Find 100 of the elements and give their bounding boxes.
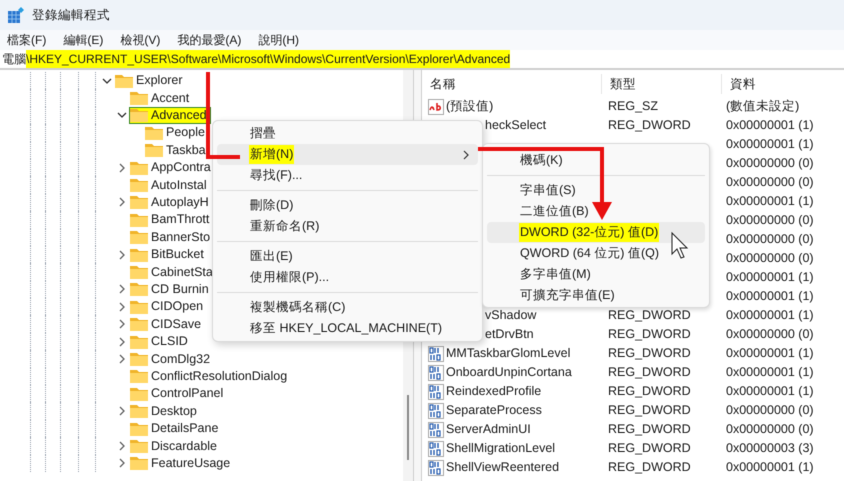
- table-cell: REG_DWORD: [608, 422, 691, 436]
- tree-item[interactable]: CabinetSta: [129, 263, 217, 280]
- menu-item[interactable]: 二進位值(B): [487, 201, 705, 222]
- tree-item[interactable]: Explorer: [114, 72, 187, 90]
- menu-item[interactable]: 新增(N): [217, 144, 478, 165]
- menu-item[interactable]: 字串值(S): [487, 180, 705, 201]
- menu-item[interactable]: 移至 HKEY_LOCAL_MACHINE(T): [217, 318, 478, 339]
- tree-item[interactable]: Desktop: [129, 402, 201, 420]
- chevron-down-icon[interactable]: [102, 76, 112, 86]
- table-cell: REG_DWORD: [608, 403, 691, 418]
- table-cell: 0x00000000 (0): [726, 422, 814, 436]
- chevron-right-icon: [462, 150, 470, 160]
- chevron-right-icon[interactable]: [117, 250, 127, 260]
- tree-item[interactable]: Accent: [129, 90, 194, 107]
- tree-item[interactable]: DetailsPane: [129, 420, 222, 437]
- tree-item[interactable]: ComDlg32: [129, 350, 214, 368]
- chevron-right-icon[interactable]: [117, 319, 127, 330]
- table-cell: REG_DWORD: [608, 365, 691, 380]
- folder-icon: [130, 456, 148, 470]
- table-cell-text: heckSelect: [485, 117, 546, 134]
- table-cell: 0x00000001 (1): [726, 365, 814, 380]
- tree-item[interactable]: BannerSto: [129, 228, 214, 246]
- tree-item[interactable]: Discardable: [129, 437, 222, 454]
- folder-icon: [145, 126, 163, 140]
- menu-item[interactable]: DWORD (32-位元) 值(D): [487, 222, 705, 243]
- table-cell: REG_DWORD: [608, 441, 691, 456]
- binary-value-icon: [428, 346, 444, 362]
- tree-item[interactable]: ControlPanel: [129, 385, 228, 402]
- table-cell-text: etDrvBtn: [485, 326, 534, 344]
- chevron-right-icon[interactable]: [117, 162, 127, 173]
- folder-icon: [130, 438, 148, 453]
- tree-item[interactable]: AppContra: [129, 159, 215, 176]
- address-prefix: 電腦: [2, 51, 26, 68]
- chevron-right-icon[interactable]: [117, 284, 127, 294]
- table-cell-text: (預設值): [446, 98, 494, 116]
- folder-icon: [130, 178, 148, 192]
- table-cell: 0x00000001 (1): [726, 460, 814, 474]
- table-cell: 0x00000001 (1): [726, 289, 814, 304]
- folder-icon: [130, 91, 148, 106]
- folder-icon: [130, 422, 148, 436]
- column-header[interactable]: 名稱: [422, 74, 602, 94]
- chevron-right-icon[interactable]: [117, 302, 127, 312]
- mouse-cursor-icon: [672, 232, 688, 259]
- menu-item[interactable]: 編輯(E): [63, 31, 104, 49]
- chevron-right-icon[interactable]: [117, 458, 127, 468]
- tree-item[interactable]: CD Burnin: [129, 280, 213, 298]
- menu-item[interactable]: QWORD (64 位元) 值(Q): [487, 243, 705, 264]
- tree-item[interactable]: Taskba: [144, 142, 210, 159]
- folder-icon: [130, 386, 148, 401]
- menu-item[interactable]: 複製機碼名稱(C): [217, 297, 478, 318]
- menu-item[interactable]: 機碼(K): [487, 150, 705, 171]
- binary-value-icon: [428, 422, 444, 438]
- chevron-right-icon[interactable]: [117, 440, 127, 451]
- folder-icon: [130, 264, 148, 279]
- menu-item[interactable]: 檢視(V): [120, 31, 160, 49]
- table-cell: 0x00000001 (1): [726, 308, 814, 322]
- tree-item[interactable]: FeatureUsage: [129, 454, 234, 472]
- chevron-down-icon[interactable]: [117, 110, 127, 120]
- tree-item[interactable]: BitBucket: [129, 246, 208, 264]
- table-cell-text: ServerAdminUI: [446, 421, 531, 438]
- column-header[interactable]: 資料: [722, 74, 844, 94]
- chevron-right-icon[interactable]: [117, 197, 127, 208]
- tree-item[interactable]: BamThrott: [129, 211, 214, 228]
- menu-item[interactable]: 尋找(F)...: [217, 165, 478, 186]
- menu-item[interactable]: 使用權限(P)...: [217, 267, 478, 288]
- binary-value-icon: [428, 364, 444, 380]
- chevron-right-icon[interactable]: [117, 354, 127, 364]
- menu-item[interactable]: 說明(H): [258, 31, 299, 49]
- menu-item[interactable]: 刪除(D): [217, 195, 478, 216]
- scrollbar-thumb[interactable]: [407, 395, 409, 460]
- table-cell: REG_SZ: [608, 99, 658, 114]
- menu-item[interactable]: 可擴充字串值(E): [487, 285, 705, 306]
- menu-item[interactable]: 匯出(E): [217, 246, 478, 267]
- tree-item[interactable]: CIDSave: [129, 316, 206, 333]
- tree-item[interactable]: Advanced: [129, 106, 211, 124]
- tree-item[interactable]: CLSID: [129, 333, 192, 350]
- menu-item[interactable]: 我的最愛(A): [177, 31, 242, 49]
- chevron-right-icon[interactable]: [117, 406, 127, 416]
- menu-item[interactable]: 檔案(F): [7, 31, 46, 49]
- tree-item[interactable]: AutoInstal: [129, 176, 211, 194]
- table-cell: 0x00000000 (0): [726, 232, 814, 246]
- folder-icon: [130, 404, 148, 418]
- folder-icon: [145, 143, 163, 158]
- table-cell: 0x00000001 (1): [726, 384, 814, 398]
- table-cell-text: vShadow: [485, 307, 536, 324]
- menu-item[interactable]: 摺疊: [217, 123, 478, 144]
- folder-icon: [130, 160, 148, 175]
- column-header[interactable]: 類型: [602, 74, 722, 94]
- folder-icon: [130, 282, 148, 296]
- tree-item[interactable]: CIDOpen: [129, 298, 208, 316]
- menu-item[interactable]: 多字串值(M): [487, 264, 705, 285]
- tree-item[interactable]: ConflictResolutionDialog: [129, 368, 292, 385]
- tree-item[interactable]: People: [144, 124, 209, 142]
- menu-item[interactable]: 重新命名(R): [217, 216, 478, 237]
- tree-item[interactable]: AutoplayH: [129, 194, 213, 211]
- folder-icon: [130, 369, 148, 384]
- folder-icon: [130, 317, 148, 332]
- address-bar[interactable]: 電腦\HKEY_CURRENT_USER\Software\Microsoft\Windows\CurrentVersion\Explorer\Advanced: [0, 50, 844, 70]
- chevron-right-icon[interactable]: [117, 336, 127, 347]
- window-title: 登錄編輯程式: [32, 6, 110, 24]
